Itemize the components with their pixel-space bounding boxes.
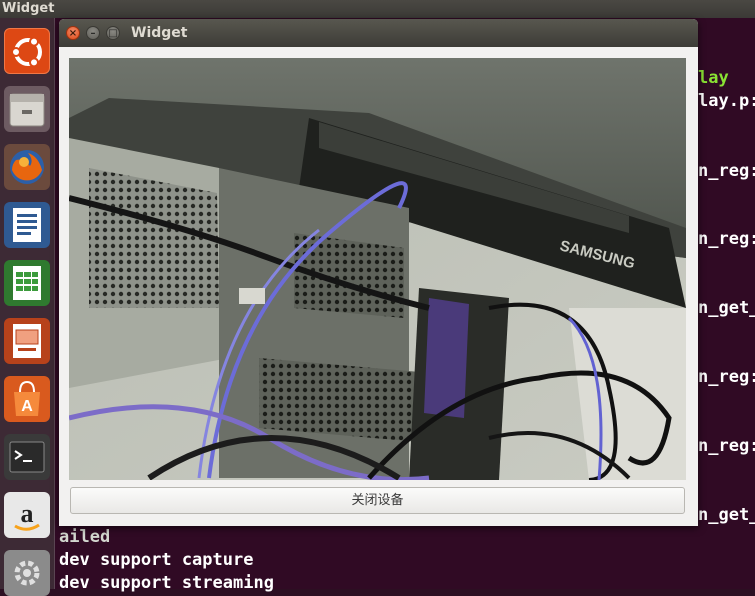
close-device-button[interactable]: 关闭设备 [70, 487, 685, 514]
impress-icon[interactable] [4, 318, 50, 364]
file-manager-icon[interactable] [4, 86, 50, 132]
software-center-icon[interactable]: A [4, 376, 50, 422]
camera-frame-image: SAMSUNG [69, 58, 686, 480]
writer-icon[interactable] [4, 202, 50, 248]
ubuntu-logo-icon[interactable] [4, 28, 50, 74]
terminal-line: lay.p: [698, 91, 755, 111]
top-panel-title: Widget [2, 1, 55, 16]
calc-icon[interactable] [4, 260, 50, 306]
terminal-line: lay [698, 68, 729, 88]
svg-text:a: a [21, 499, 34, 528]
terminal-line: n_get_ [698, 298, 755, 318]
top-panel: Widget [0, 0, 755, 18]
firefox-icon[interactable] [4, 144, 50, 190]
terminal-icon[interactable] [4, 434, 50, 480]
amazon-icon[interactable]: a [4, 492, 50, 538]
terminal-line: dev support streaming [59, 573, 274, 593]
widget-window: × – □ Widget SAMSUNG 关闭设备 [59, 19, 698, 526]
terminal-line: n_reg: [698, 436, 755, 456]
terminal-line: n_reg: [698, 367, 755, 387]
launcher: A a [0, 18, 55, 596]
window-titlebar[interactable]: × – □ Widget [59, 19, 698, 47]
window-title: Widget [131, 25, 188, 41]
svg-text:A: A [21, 398, 33, 415]
camera-preview: SAMSUNG [69, 58, 686, 480]
window-maximize-button[interactable]: □ [106, 26, 120, 40]
terminal-line: n_get_ [698, 505, 755, 525]
window-minimize-button[interactable]: – [86, 26, 100, 40]
terminal-line: n_reg: [698, 229, 755, 249]
window-close-button[interactable]: × [66, 26, 80, 40]
terminal-line: dev support capture [59, 550, 254, 570]
settings-icon[interactable] [4, 550, 50, 596]
terminal-line: n_reg: [698, 161, 755, 181]
terminal-line: ailed [59, 527, 111, 547]
